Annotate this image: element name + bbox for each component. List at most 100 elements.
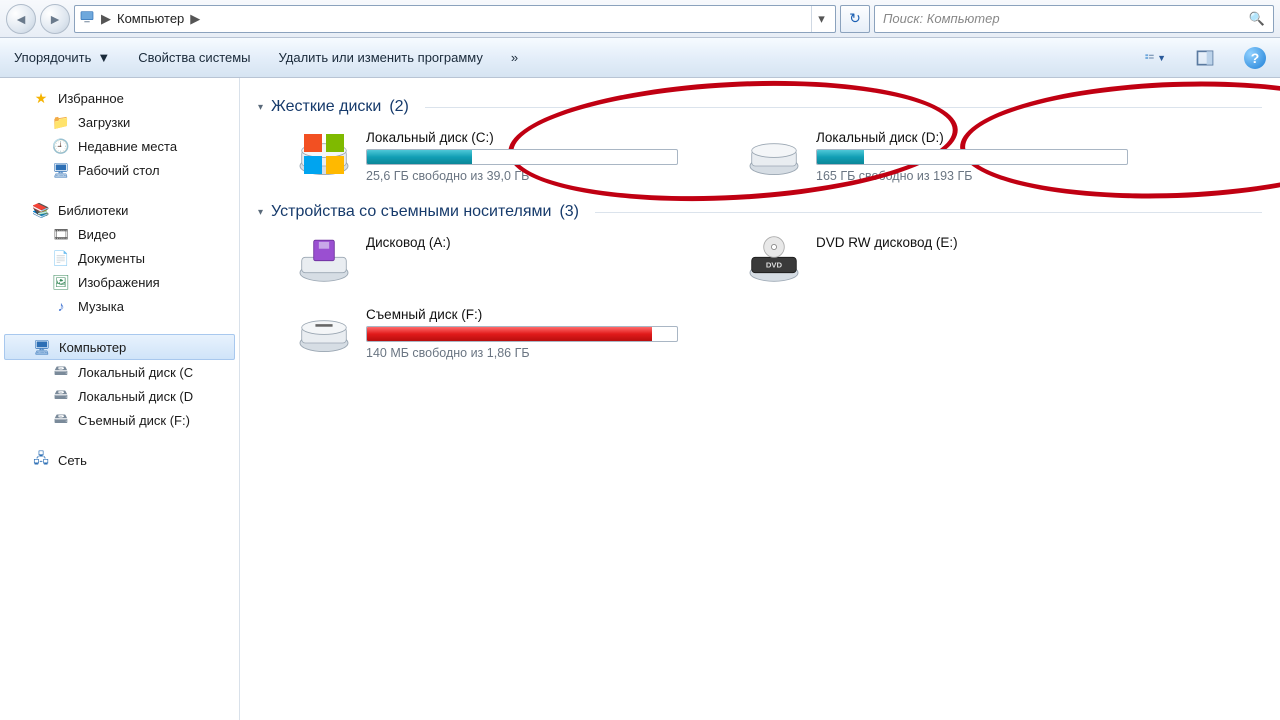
tree-label: Сеть xyxy=(58,453,87,468)
chevron-right-icon: ▶ xyxy=(101,11,111,27)
tree-music[interactable]: ♪ Музыка xyxy=(0,294,239,318)
tree-libraries[interactable]: 📚 Библиотеки xyxy=(0,198,239,222)
storage-bar xyxy=(366,149,678,165)
toolbar-overflow-button[interactable]: » xyxy=(511,50,518,65)
collapse-icon: ▾ xyxy=(258,207,263,218)
address-bar: ◄ ► ▶ Компьютер ▶ ▾ ↻ Поиск: Компьютер 🔍 xyxy=(0,0,1280,38)
tree-drive-d[interactable]: 🖴Локальный диск (D xyxy=(0,384,239,408)
drive-icon: 🖴 xyxy=(52,387,70,405)
tree-label: Документы xyxy=(78,251,145,266)
tree-label: Компьютер xyxy=(59,340,126,355)
help-icon: ? xyxy=(1251,50,1260,66)
collapse-icon: ▾ xyxy=(258,102,263,113)
tree-label: Изображения xyxy=(78,275,160,290)
tree-label: Недавние места xyxy=(78,139,177,154)
drive-name: DVD RW дисковод (E:) xyxy=(816,235,1128,250)
system-properties-button[interactable]: Свойства системы xyxy=(138,50,250,65)
section-header-removable[interactable]: ▾ Устройства со съемными носителями (3) xyxy=(258,203,1262,221)
tree-network[interactable]: 🖧 Сеть xyxy=(0,448,239,472)
drive-icon: 🖴 xyxy=(52,363,70,381)
windows-logo-icon xyxy=(296,130,352,178)
desktop-icon: 🖥 xyxy=(52,161,70,179)
uninstall-program-button[interactable]: Удалить или изменить программу xyxy=(279,50,483,65)
drive-freespace: 25,6 ГБ свободно из 39,0 ГБ xyxy=(366,169,678,183)
computer-icon: 🖥 xyxy=(33,338,51,356)
drive-f[interactable]: Съемный диск (F:) 140 МБ свободно из 1,8… xyxy=(292,303,682,364)
drive-c[interactable]: Локальный диск (C:) 25,6 ГБ свободно из … xyxy=(292,126,682,187)
search-placeholder: Поиск: Компьютер xyxy=(883,11,1000,26)
drive-freespace: 165 ГБ свободно из 193 ГБ xyxy=(816,169,1128,183)
storage-bar xyxy=(366,326,678,342)
help-button[interactable]: ? xyxy=(1244,47,1266,69)
organize-menu[interactable]: Упорядочить ▼ xyxy=(14,50,110,65)
tree-desktop[interactable]: 🖥 Рабочий стол xyxy=(0,158,239,182)
view-options-button[interactable]: ▼ xyxy=(1144,47,1166,69)
tree-favorites[interactable]: ★Избранное xyxy=(0,86,239,110)
chevron-down-icon: ▼ xyxy=(97,50,110,65)
refresh-button[interactable]: ↻ xyxy=(840,5,870,33)
organize-label: Упорядочить xyxy=(14,50,91,65)
documents-icon: 📄 xyxy=(52,249,70,267)
tree-label: Библиотеки xyxy=(58,203,128,218)
folder-icon: 📁 xyxy=(52,113,70,131)
content-pane: ▾ Жесткие диски (2) Локальный диск (C:) … xyxy=(240,78,1280,720)
hard-drive-icon xyxy=(746,130,802,178)
pictures-icon: 🖼 xyxy=(52,273,70,291)
removable-drive-icon xyxy=(296,307,352,355)
nav-forward-button[interactable]: ► xyxy=(40,4,70,34)
music-icon: ♪ xyxy=(52,297,70,315)
tree-computer[interactable]: 🖥 Компьютер xyxy=(4,334,235,360)
storage-bar xyxy=(816,149,1128,165)
drive-freespace: 140 МБ свободно из 1,86 ГБ xyxy=(366,346,678,360)
tree-downloads[interactable]: 📁 Загрузки xyxy=(0,110,239,134)
tree-video[interactable]: 🎞 Видео xyxy=(0,222,239,246)
uninstall-label: Удалить или изменить программу xyxy=(279,50,483,65)
tree-label: Съемный диск (F:) xyxy=(78,413,190,428)
drive-icon: 🖴 xyxy=(52,411,70,429)
command-toolbar: Упорядочить ▼ Свойства системы Удалить и… xyxy=(0,38,1280,78)
tree-pictures[interactable]: 🖼 Изображения xyxy=(0,270,239,294)
search-input[interactable]: Поиск: Компьютер 🔍 xyxy=(874,5,1274,33)
recent-icon: 🕘 xyxy=(52,137,70,155)
tree-drive-c[interactable]: 🖴 Локальный диск (C xyxy=(0,360,239,384)
sysprops-label: Свойства системы xyxy=(138,50,250,65)
tree-drive-f[interactable]: 🖴 Съемный диск (F:) xyxy=(0,408,239,432)
section-header-hdd[interactable]: ▾ Жесткие диски (2) xyxy=(258,98,1262,116)
tree-label: Рабочий стол xyxy=(78,163,160,178)
search-icon: 🔍 xyxy=(1249,11,1265,27)
refresh-icon: ↻ xyxy=(849,10,861,27)
tree-label: Музыка xyxy=(78,299,124,314)
hard-drive-icon xyxy=(296,130,352,178)
tree-documents[interactable]: 📄 Документы xyxy=(0,246,239,270)
drive-name: Съемный диск (F:) xyxy=(366,307,678,322)
chevron-right-icon: ▶ xyxy=(190,11,200,27)
tree-label: Локальный диск (C xyxy=(78,365,193,380)
tree-recent[interactable]: 🕘 Недавние места xyxy=(0,134,239,158)
chevron-down-icon: ▼ xyxy=(1157,53,1166,63)
drive-name: Локальный диск (D:) xyxy=(816,130,1128,145)
floppy-drive-icon xyxy=(296,235,352,283)
address-dropdown-button[interactable]: ▾ xyxy=(811,6,831,32)
section-title: Жесткие диски xyxy=(271,98,381,116)
drive-name: Дисковод (A:) xyxy=(366,235,678,250)
tree-label: Видео xyxy=(78,227,116,242)
breadcrumb-location[interactable]: Компьютер xyxy=(117,11,184,26)
preview-pane-button[interactable] xyxy=(1194,47,1216,69)
section-count: (3) xyxy=(559,203,579,221)
dvd-drive-icon: DVD xyxy=(746,235,802,283)
overflow-label: » xyxy=(511,50,518,65)
video-icon: 🎞 xyxy=(52,225,70,243)
drive-name: Локальный диск (C:) xyxy=(366,130,678,145)
drive-d[interactable]: Локальный диск (D:) 165 ГБ свободно из 1… xyxy=(742,126,1132,187)
address-field[interactable]: ▶ Компьютер ▶ ▾ xyxy=(74,5,836,33)
navigation-tree: ★Избранное 📁 Загрузки 🕘 Недавние места 🖥 Ра… xyxy=(0,78,240,720)
drive-e[interactable]: DVD DVD RW дисковод (E:) xyxy=(742,231,1132,287)
network-icon: 🖧 xyxy=(32,451,50,469)
svg-text:DVD: DVD xyxy=(766,261,783,270)
libraries-icon: 📚 xyxy=(32,201,50,219)
tree-label: Избранное xyxy=(58,91,124,106)
nav-back-button[interactable]: ◄ xyxy=(6,4,36,34)
drive-a[interactable]: Дисковод (A:) xyxy=(292,231,682,287)
tree-label: Загрузки xyxy=(78,115,130,130)
section-count: (2) xyxy=(389,98,409,116)
